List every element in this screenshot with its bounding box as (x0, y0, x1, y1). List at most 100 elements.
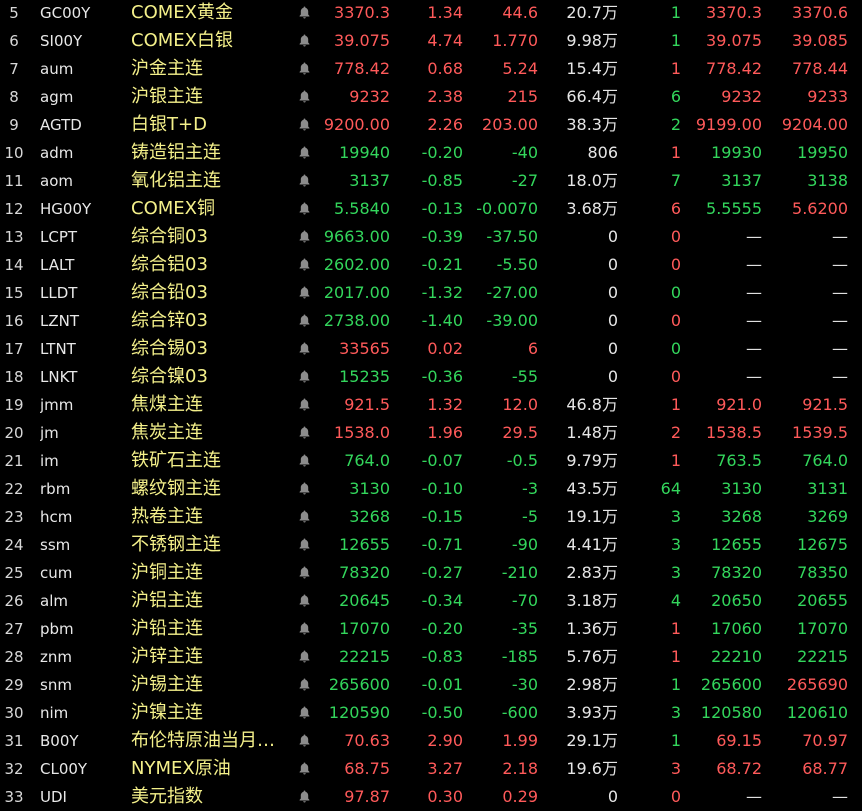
change-amount: -37.50 (486, 227, 538, 246)
current-volume: 0 (670, 311, 681, 330)
change-amount: 6 (527, 339, 538, 358)
change-amount: -90 (511, 535, 538, 554)
table-row[interactable]: 30 nim 沪镍主连 120590 -0.50 -600 3.93万 3 120580 1206… (0, 699, 862, 727)
contract-code: LCPT (40, 228, 78, 246)
table-row[interactable]: 12 HG00Y COMEX铜 5.5840 -0.13 -0.0070 3.68万 6 5.5… (0, 195, 862, 223)
volume-unit: 万 (601, 423, 618, 442)
volume: 3.18万 (540, 587, 618, 615)
row-index: 24 (4, 536, 24, 554)
bid-price: 1538.5 (706, 423, 762, 442)
bid-price: 265600 (700, 675, 762, 694)
bid-price: 20650 (711, 591, 762, 610)
table-row[interactable]: 22 rbm 螺纹钢主连 3130 -0.10 -3 43.5万 64 3130 3131 (0, 475, 862, 503)
current-volume: 4 (670, 591, 681, 610)
change-amount: -185 (501, 647, 538, 666)
row-index: 13 (4, 228, 24, 246)
change-percent: 4.74 (427, 31, 463, 50)
volume-value: 0 (607, 255, 618, 274)
volume-value: 29.1 (566, 731, 602, 750)
volume-unit: 万 (601, 703, 618, 722)
volume: 0 (540, 307, 618, 335)
table-row[interactable]: 32 CL00Y NYMEX原油 68.75 3.27 2.18 19.6万 3 68.72 68… (0, 755, 862, 783)
table-row[interactable]: 13 LCPT 综合铜03 9663.00 -0.39 -37.50 0 0 — — (0, 223, 862, 251)
table-row[interactable]: 15 LLDT 综合铅03 2017.00 -1.32 -27.00 0 0 — — (0, 279, 862, 307)
table-row[interactable]: 27 pbm 沪铅主连 17070 -0.20 -35 1.36万 1 17060 17070 (0, 615, 862, 643)
latest-price: 9663.00 (323, 227, 390, 246)
volume-value: 3.68 (566, 199, 602, 218)
row-index: 6 (9, 32, 19, 50)
table-row[interactable]: 14 LALT 综合铝03 2602.00 -0.21 -5.50 0 0 — — (0, 251, 862, 279)
ask-price: 3269 (807, 507, 848, 526)
current-volume: 3 (670, 563, 681, 582)
table-row[interactable]: 8 agm 沪银主连 9232 2.38 215 66.4万 6 9232 9233 (0, 83, 862, 111)
table-row[interactable]: 10 adm 铸造铝主连 19940 -0.20 -40 806 1 19930 19950 (0, 139, 862, 167)
table-row[interactable]: 17 LTNT 综合锡03 33565 0.02 6 0 0 — — (0, 335, 862, 363)
change-amount: -35 (511, 619, 538, 638)
volume: 5.76万 (540, 643, 618, 671)
ask-price: — (832, 283, 848, 302)
contract-code: alm (40, 592, 68, 610)
row-index: 12 (4, 200, 24, 218)
current-volume: 0 (670, 255, 681, 274)
current-volume: 2 (670, 115, 681, 134)
bid-price: — (746, 339, 762, 358)
contract-code: SI00Y (40, 32, 83, 50)
current-volume: 1 (670, 395, 681, 414)
table-row[interactable]: 29 snm 沪锡主连 265600 -0.01 -30 2.98万 1 265600 26569… (0, 671, 862, 699)
row-index: 20 (4, 424, 24, 442)
table-row[interactable]: 25 cum 沪铜主连 78320 -0.27 -210 2.83万 3 78320 78350 (0, 559, 862, 587)
change-percent: -0.07 (421, 451, 463, 470)
change-percent: -0.36 (421, 367, 463, 386)
table-row[interactable]: 26 alm 沪铝主连 20645 -0.34 -70 3.18万 4 20650 20655 (0, 587, 862, 615)
row-index: 16 (4, 312, 24, 330)
table-row[interactable]: 9 AGTD 白银T+D 9200.00 2.26 203.00 38.3万 2 9199.00… (0, 111, 862, 139)
change-percent: 2.90 (427, 731, 463, 750)
current-volume: 3 (670, 507, 681, 526)
current-volume: 3 (670, 759, 681, 778)
latest-price: 2738.00 (323, 311, 390, 330)
table-row[interactable]: 24 ssm 不锈钢主连 12655 -0.71 -90 4.41万 3 12655 12675 (0, 531, 862, 559)
bid-price: 9199.00 (695, 115, 762, 134)
table-row[interactable]: 11 aom 氧化铝主连 3137 -0.85 -27 18.0万 7 3137 3138 (0, 167, 862, 195)
table-row[interactable]: 7 aum 沪金主连 778.42 0.68 5.24 15.4万 1 778.42 778.44 (0, 55, 862, 83)
volume-value: 19.6 (566, 759, 602, 778)
table-row[interactable]: 28 znm 沪锌主连 22215 -0.83 -185 5.76万 1 22210 22215 (0, 643, 862, 671)
change-amount: -0.5 (506, 451, 538, 470)
bid-price: 12655 (711, 535, 762, 554)
table-row[interactable]: 5 GC00Y COMEX黄金 3370.3 1.34 44.6 20.7万 1 3370.3 3… (0, 0, 862, 27)
row-index: 14 (4, 256, 24, 274)
ask-price: 22215 (797, 647, 848, 666)
table-row[interactable]: 20 jm 焦炭主连 1538.0 1.96 29.5 1.48万 2 1538.5 1539.5 (0, 419, 862, 447)
bid-price: 120580 (700, 703, 762, 722)
volume-value: 0 (607, 367, 618, 386)
table-row[interactable]: 21 im 铁矿石主连 764.0 -0.07 -0.5 9.79万 1 763.5 764.0 (0, 447, 862, 475)
contract-name: 综合铝03 (131, 254, 208, 275)
current-volume: 1 (670, 59, 681, 78)
table-row[interactable]: 23 hcm 热卷主连 3268 -0.15 -5 19.1万 3 3268 3269 (0, 503, 862, 531)
current-volume: 2 (670, 423, 681, 442)
change-amount: -27 (511, 171, 538, 190)
change-percent: 1.32 (427, 395, 463, 414)
change-percent: -0.34 (421, 591, 463, 610)
latest-price: 70.63 (344, 731, 390, 750)
table-row[interactable]: 18 LNKT 综合镍03 15235 -0.36 -55 0 0 — — (0, 363, 862, 391)
bid-price: 39.075 (706, 31, 762, 50)
contract-name: 焦煤主连 (131, 394, 203, 415)
contract-name: 沪铝主连 (131, 590, 203, 611)
latest-price: 3268 (349, 507, 390, 526)
table-row[interactable]: 19 jmm 焦煤主连 921.5 1.32 12.0 46.8万 1 921.0 921.5 (0, 391, 862, 419)
contract-name: 热卷主连 (131, 506, 203, 527)
ask-price: 764.0 (802, 451, 848, 470)
row-index: 19 (4, 396, 24, 414)
latest-price: 39.075 (334, 31, 390, 50)
table-row[interactable]: 16 LZNT 综合锌03 2738.00 -1.40 -39.00 0 0 — — (0, 307, 862, 335)
bid-price: 19930 (711, 143, 762, 162)
change-percent: -0.13 (421, 199, 463, 218)
latest-price: 921.5 (344, 395, 390, 414)
table-row[interactable]: 6 SI00Y COMEX白银 39.075 4.74 1.770 9.98万 1 39.075… (0, 27, 862, 55)
change-percent: -0.01 (421, 675, 463, 694)
ask-price: 3131 (807, 479, 848, 498)
ask-price: 68.77 (802, 759, 848, 778)
change-percent: -0.85 (421, 171, 463, 190)
table-row[interactable]: 31 B00Y 布伦特原油当月… 70.63 2.90 1.99 29.1万 1 69.15 70… (0, 727, 862, 755)
